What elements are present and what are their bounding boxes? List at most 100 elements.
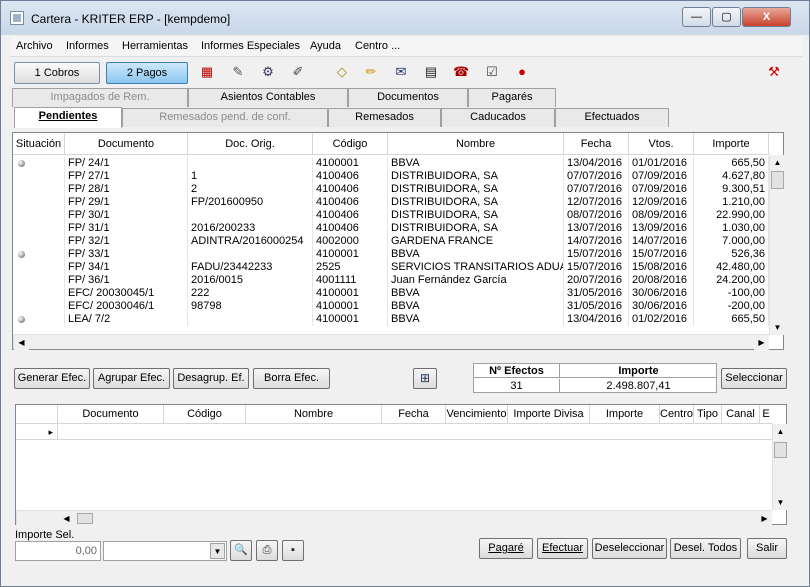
tab-pagares[interactable]: Pagarés — [468, 88, 556, 107]
table-row[interactable]: FP/ 29/1 FP/201600950 4100406 DISTRIBUIDORA… — [13, 196, 773, 209]
cell-orig — [188, 313, 313, 326]
tab-caducados[interactable]: Caducados — [441, 108, 555, 127]
col2-fecha[interactable]: Fecha — [382, 405, 446, 424]
centro-select[interactable]: ▼ — [103, 541, 227, 561]
cobros-button[interactable]: 1 Cobros — [14, 62, 100, 84]
desel-todos-button[interactable]: Desel. Todos — [670, 538, 741, 559]
borra-efec-button[interactable]: Borra Efec. — [253, 368, 330, 389]
title-bar[interactable]: Cartera - KRITER ERP - [kempdemo] — ▢ X — [1, 1, 809, 35]
col2-vencimiento[interactable]: Vencimiento — [446, 405, 508, 424]
table-row[interactable]: EFC/ 20030046/1 98798 4100001 BBVA 31/05/201… — [13, 300, 773, 313]
cell-cod: 4100001 — [313, 287, 388, 300]
col-doc-orig[interactable]: Doc. Orig. — [188, 133, 313, 155]
cell-orig: FADU/23442233 — [188, 261, 313, 274]
cell-imp: 665,50 — [694, 313, 769, 326]
cell-imp: 7.000,00 — [694, 235, 769, 248]
print-icon[interactable]: ⎙ — [256, 540, 278, 561]
tab-remesados[interactable]: Remesados — [328, 108, 441, 127]
grid2-hscroll[interactable]: ◀ ▶ — [16, 510, 772, 526]
menu-archivo[interactable]: Archivo — [16, 40, 53, 52]
col2-documento[interactable]: Documento — [58, 405, 164, 424]
cell-fecha: 15/07/2016 — [564, 261, 629, 274]
table-row[interactable]: FP/ 31/1 2016/200233 4100406 DISTRIBUIDORA,… — [13, 222, 773, 235]
col2-importe-divisa[interactable]: Importe Divisa — [508, 405, 590, 424]
seleccionar-button[interactable]: Seleccionar — [721, 368, 787, 389]
cell-imp: 526,36 — [694, 248, 769, 261]
grid1-vscroll[interactable]: ▲ ▼ — [769, 155, 785, 335]
col2-e[interactable]: E — [760, 405, 772, 424]
cell-nombre: BBVA — [388, 313, 564, 326]
generar-efec-button[interactable]: Generar Efec. — [14, 368, 90, 389]
deseleccionar-button[interactable]: Deseleccionar — [592, 538, 667, 559]
table-row[interactable] — [58, 424, 772, 440]
cell-orig: 2016/200233 — [188, 222, 313, 235]
table-row[interactable]: FP/ 30/1 4100406 DISTRIBUIDORA, SA 08/07/20… — [13, 209, 773, 222]
menu-bar: Archivo Informes Herramientas Informes E… — [10, 37, 802, 57]
col-fecha[interactable]: Fecha — [564, 133, 629, 155]
col-codigo[interactable]: Código — [313, 133, 388, 155]
grid2-vscroll[interactable]: ▲ ▼ — [772, 424, 788, 510]
col2-canal[interactable]: Canal — [722, 405, 760, 424]
table-row[interactable]: EFC/ 20030045/1 222 4100001 BBVA 31/05/2016 3… — [13, 287, 773, 300]
tab-pendientes[interactable]: Pendientes — [14, 107, 122, 128]
cell-vto: 01/01/2016 — [629, 157, 694, 170]
table-row[interactable]: FP/ 28/1 2 4100406 DISTRIBUIDORA, SA 07/07/2… — [13, 183, 773, 196]
preview-icon[interactable]: 🔍 — [230, 540, 252, 561]
tree-icon[interactable]: ⊞ — [413, 368, 437, 389]
table-row[interactable]: FP/ 27/1 1 4100406 DISTRIBUIDORA, SA 07/07/2… — [13, 170, 773, 183]
minimize-button[interactable]: — — [682, 7, 711, 27]
col-nombre[interactable]: Nombre — [388, 133, 564, 155]
cell-fecha: 08/07/2016 — [564, 209, 629, 222]
pendientes-grid[interactable]: Situación Documento Doc. Orig. Código No… — [12, 132, 785, 350]
col-documento[interactable]: Documento — [65, 133, 188, 155]
grid1-hscroll[interactable]: ◀ ▶ — [13, 334, 769, 350]
save-icon[interactable]: ▪ — [282, 540, 304, 561]
menu-herramientas[interactable]: Herramientas — [122, 40, 188, 52]
col2-tipo[interactable]: Tipo — [694, 405, 722, 424]
col2-importe[interactable]: Importe — [590, 405, 660, 424]
menu-informes-especiales[interactable]: Informes Especiales — [201, 40, 300, 52]
col-situacion[interactable]: Situación — [13, 133, 65, 155]
cell-vto: 07/09/2016 — [629, 170, 694, 183]
maximize-button[interactable]: ▢ — [712, 7, 741, 27]
col2-nombre[interactable]: Nombre — [246, 405, 382, 424]
cell-fecha: 13/04/2016 — [564, 313, 629, 326]
tab-efectuados[interactable]: Efectuados — [555, 108, 669, 127]
agrupar-efec-button[interactable]: Agrupar Efec. — [93, 368, 170, 389]
col2-codigo[interactable]: Código — [164, 405, 246, 424]
table-row[interactable]: FP/ 34/1 FADU/23442233 2525 SERVICIOS TRANS… — [13, 261, 773, 274]
table-row[interactable]: FP/ 32/1 ADINTRA/2016000254 4002000 GARDENA… — [13, 235, 773, 248]
seleccion-grid[interactable]: Documento Código Nombre Fecha Vencimient… — [15, 404, 788, 526]
table-row[interactable]: FP/ 36/1 2016/0015 4001111 Juan Fernández G… — [13, 274, 773, 287]
salir-button[interactable]: Salir — [747, 538, 787, 559]
cell-orig: 2016/0015 — [188, 274, 313, 287]
cell-orig: 98798 — [188, 300, 313, 313]
tab-asientos-contables[interactable]: Asientos Contables — [188, 88, 348, 107]
table-row[interactable]: FP/ 24/1 4100001 BBVA 13/04/2016 01/01/2016 6… — [13, 157, 773, 170]
pagare-button[interactable]: Pagaré — [479, 538, 533, 559]
status-dot-icon — [18, 251, 25, 258]
col2-centro[interactable]: Centro — [660, 405, 694, 424]
cell-situacion — [13, 287, 65, 300]
efectuar-button[interactable]: Efectuar — [537, 538, 588, 559]
importe-sel-field[interactable]: 0,00 — [15, 541, 101, 561]
cell-situacion — [13, 183, 65, 196]
cell-orig — [188, 157, 313, 170]
chevron-down-icon[interactable]: ▼ — [210, 543, 225, 559]
close-button[interactable]: X — [742, 7, 791, 27]
table-row[interactable]: LEA/ 7/2 4100001 BBVA 13/04/2016 01/02/2016 6… — [13, 313, 773, 326]
table-row[interactable]: FP/ 33/1 4100001 BBVA 15/07/2016 15/07/2016 5… — [13, 248, 773, 261]
menu-ayuda[interactable]: Ayuda — [310, 40, 341, 52]
cell-cod: 4100406 — [313, 222, 388, 235]
cell-nombre: DISTRIBUIDORA, SA — [388, 222, 564, 235]
menu-centro[interactable]: Centro ... — [355, 40, 400, 52]
desagrup-ef-button[interactable]: Desagrup. Ef. — [173, 368, 249, 389]
col-importe[interactable]: Importe — [694, 133, 769, 155]
pagos-button[interactable]: 2 Pagos — [106, 62, 188, 84]
cell-vto: 13/09/2016 — [629, 222, 694, 235]
col-indicator — [16, 405, 58, 424]
tab-documentos[interactable]: Documentos — [348, 88, 468, 107]
cell-situacion — [13, 222, 65, 235]
menu-informes[interactable]: Informes — [66, 40, 109, 52]
col-vtos[interactable]: Vtos. — [629, 133, 694, 155]
